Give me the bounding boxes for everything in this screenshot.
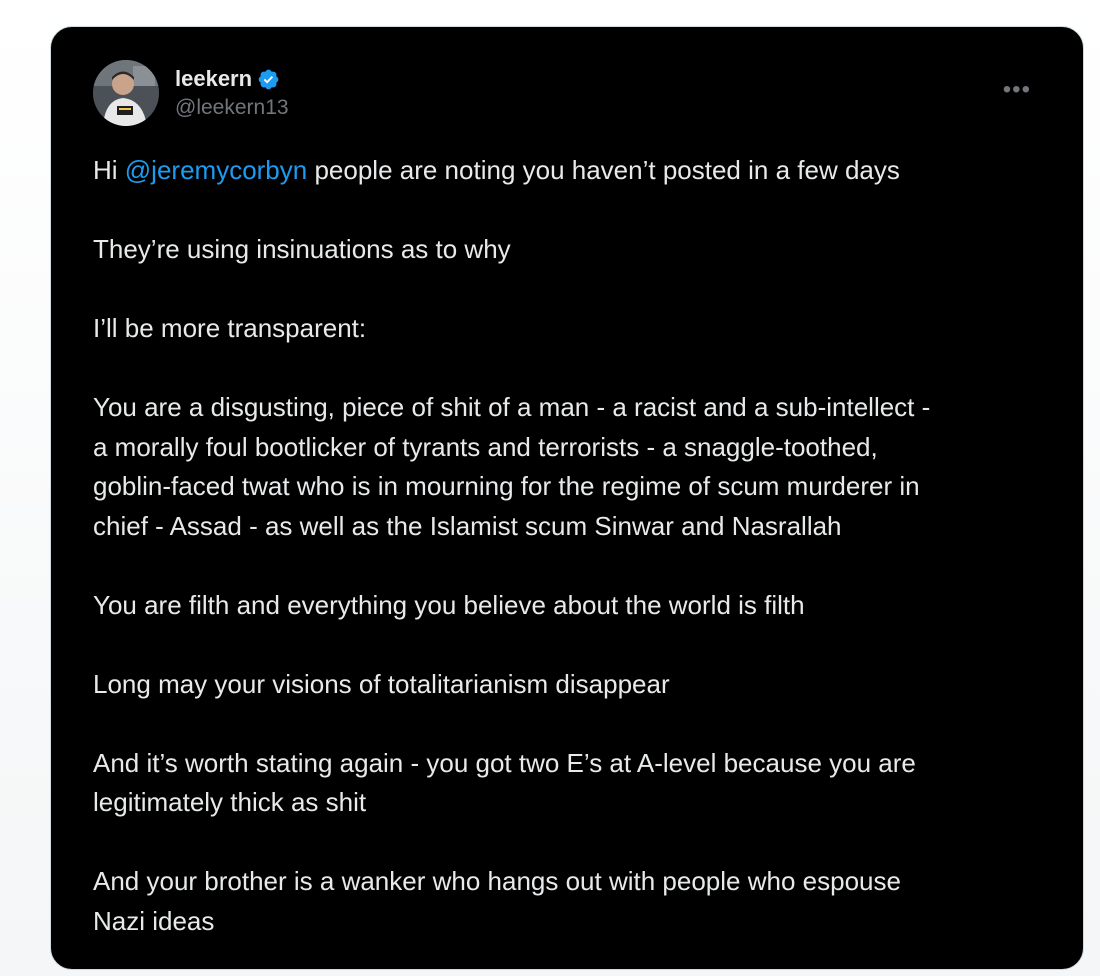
text-line: legitimately thick as shit [93,787,367,817]
verified-badge-icon[interactable] [257,68,280,91]
paragraph-4: You are a disgusting, piece of shit of a… [93,388,1053,546]
tweet-card[interactable]: leekern @leekern13 ••• Hi @jeremycorbyn … [50,26,1084,970]
text-line: Nazi ideas [93,905,215,936]
text-line: goblin-faced twat who is in mourning for… [93,471,920,501]
page: leekern @leekern13 ••• Hi @jeremycorbyn … [0,0,1100,976]
paragraph-3: I’ll be more transparent: [93,313,367,343]
handle[interactable]: @leekern13 [175,94,289,122]
paragraph-1: Hi @jeremycorbyn people are noting you h… [93,151,1053,191]
tweet-text: Hi @jeremycorbyn people are noting you h… [93,151,1053,969]
text-segment: people are noting you haven’t posted in … [307,155,900,185]
text-segment: Hi [93,155,125,185]
text-line: a morally foul bootlicker of tyrants and… [93,431,878,462]
name-row: leekern [175,64,289,94]
avatar-image [93,60,159,126]
paragraph-7: And it’s worth stating again - you got t… [93,744,1053,823]
text-line: chief - Assad - as well as the Islamist … [93,510,842,541]
paragraph-8: And your brother is a wanker who hangs o… [93,862,1053,941]
paragraph-6: Long may your visions of totalitarianism… [93,668,670,699]
author-names: leekern @leekern13 [175,64,289,122]
paragraph-5: You are filth and everything you believe… [93,589,805,620]
tweet-header: leekern @leekern13 [93,60,289,126]
more-horizontal-icon[interactable]: ••• [1003,78,1031,102]
mention-link[interactable]: @jeremycorbyn [125,155,307,185]
paragraph-2: They’re using insinuations as to why [93,234,511,264]
text-line: And it’s worth stating again - you got t… [93,747,916,778]
text-line: And your brother is a wanker who hangs o… [93,866,901,896]
avatar[interactable] [93,60,159,126]
display-name[interactable]: leekern [175,64,252,94]
text-line: You are a disgusting, piece of shit of a… [93,392,931,422]
